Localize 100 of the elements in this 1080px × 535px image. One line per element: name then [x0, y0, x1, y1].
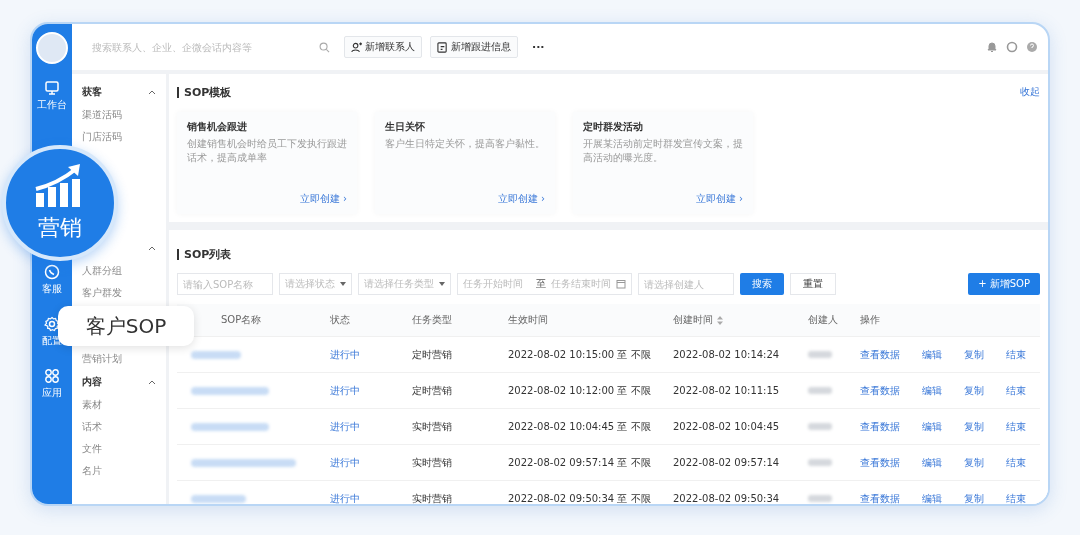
action-link[interactable]: 编辑: [922, 419, 942, 434]
rail-item[interactable]: 客服: [42, 260, 62, 300]
chevron-icon[interactable]: [148, 379, 156, 385]
column-header: SOP名称: [221, 313, 262, 327]
table-cell: 实时营销: [412, 419, 452, 434]
action-link[interactable]: 结束: [1006, 455, 1026, 470]
more-button[interactable]: ···: [526, 39, 551, 55]
table-cell: 2022-08-02 10:14:24: [673, 349, 780, 360]
blurred-name: [191, 350, 241, 359]
action-link[interactable]: 复制: [964, 455, 984, 470]
chevron-icon[interactable]: [148, 245, 156, 251]
column-header: 生效时间: [508, 313, 548, 327]
reset-button[interactable]: 重置: [790, 273, 836, 295]
action-link[interactable]: 编辑: [922, 455, 942, 470]
monitor-icon: [44, 80, 60, 96]
menu-item[interactable]: 话术: [82, 416, 166, 438]
action-link[interactable]: 查看数据: [860, 383, 900, 398]
collapse-link[interactable]: 收起: [1020, 85, 1040, 99]
menu-group-title[interactable]: 内容: [82, 375, 102, 389]
action-link[interactable]: 结束: [1006, 347, 1026, 362]
menu-item[interactable]: 门店活码: [82, 126, 166, 148]
action-link[interactable]: 查看数据: [860, 491, 900, 504]
note-icon: [437, 41, 448, 53]
input-field[interactable]: 请输入SOP名称: [177, 273, 273, 295]
blurred-name: [191, 494, 246, 503]
card-title: 定时群发活动: [583, 120, 644, 134]
table-cell: 2022-08-02 10:04:45 至 不限: [508, 419, 651, 434]
action-link[interactable]: 查看数据: [860, 419, 900, 434]
menu-item[interactable]: 文件: [82, 438, 166, 460]
card-description: 开展某活动前定时群发宣传文案，提高活动的曝光度。: [583, 137, 743, 165]
section-title: SOP模板: [184, 84, 232, 100]
help-icon[interactable]: [1026, 41, 1038, 53]
action-link[interactable]: 查看数据: [860, 455, 900, 470]
action-link[interactable]: 编辑: [922, 347, 942, 362]
action-link[interactable]: 复制: [964, 419, 984, 434]
date-range-field[interactable]: 任务开始时间 至 任务结束时间: [457, 273, 632, 295]
chevron-icon[interactable]: [148, 89, 156, 95]
table-cell: 实时营销: [412, 455, 452, 470]
status-text: 进行中: [330, 455, 360, 470]
status-text: 进行中: [330, 419, 360, 434]
search-icon: [319, 41, 330, 53]
rail-item[interactable]: 工作台: [37, 76, 67, 116]
avatar[interactable]: [36, 32, 68, 64]
column-header: 创建人: [808, 313, 838, 327]
action-link[interactable]: 结束: [1006, 419, 1026, 434]
blurred-name: [808, 351, 832, 358]
search-button[interactable]: 搜索: [740, 273, 784, 295]
action-link[interactable]: 结束: [1006, 491, 1026, 504]
blurred-name: [808, 459, 832, 466]
menu-item[interactable]: 客户群发: [82, 282, 166, 304]
table-cell: 2022-08-02 10:11:15: [673, 385, 780, 396]
action-link[interactable]: 复制: [964, 491, 984, 504]
action-link[interactable]: 编辑: [922, 491, 942, 504]
action-link[interactable]: 查看数据: [860, 347, 900, 362]
toolbar-button[interactable]: 新增联系人: [344, 36, 422, 58]
menu-item[interactable]: 人群分组: [82, 260, 166, 282]
sort-icon[interactable]: [717, 315, 723, 325]
table-cell: 2022-08-02 09:50:34 至 不限: [508, 491, 651, 504]
table-cell: 定时营销: [412, 347, 452, 362]
action-link[interactable]: 复制: [964, 347, 984, 362]
menu-item[interactable]: 渠道活码: [82, 104, 166, 126]
section-title: SOP列表: [184, 246, 232, 262]
rail-item[interactable]: 应用: [42, 364, 62, 404]
create-link[interactable]: 立即创建 ›: [497, 192, 545, 206]
menu-item[interactable]: 名片: [82, 460, 166, 482]
menu-group-title[interactable]: 获客: [82, 85, 102, 99]
menu-item[interactable]: 营销计划: [82, 348, 166, 370]
table-cell: 2022-08-02 10:12:00 至 不限: [508, 383, 651, 398]
create-link[interactable]: 立即创建 ›: [695, 192, 743, 206]
status-text: 进行中: [330, 383, 360, 398]
column-header: 操作: [860, 313, 880, 327]
card-title: 生日关怀: [385, 120, 426, 134]
person-icon: [351, 41, 362, 53]
blurred-name: [808, 387, 832, 394]
toolbar-button[interactable]: 新增跟进信息: [430, 36, 518, 58]
action-link[interactable]: 编辑: [922, 383, 942, 398]
blurred-name: [808, 423, 832, 430]
status-text: 进行中: [330, 491, 360, 504]
card-title: 销售机会跟进: [187, 120, 248, 134]
table-cell: 实时营销: [412, 491, 452, 504]
create-link[interactable]: 立即创建 ›: [299, 192, 347, 206]
circle-icon[interactable]: [1006, 41, 1018, 53]
table-cell: 2022-08-02 10:04:45: [673, 421, 780, 432]
add-sop-button[interactable]: + 新增SOP: [968, 273, 1040, 295]
chat-icon: [44, 264, 60, 280]
apps-icon: [44, 368, 60, 384]
column-header: 任务类型: [412, 313, 452, 327]
action-link[interactable]: 结束: [1006, 383, 1026, 398]
table-cell: 2022-08-02 10:15:00 至 不限: [508, 347, 651, 362]
action-link[interactable]: 复制: [964, 383, 984, 398]
menu-item[interactable]: 素材: [82, 394, 166, 416]
bell-icon[interactable]: [986, 41, 998, 53]
settings-icon: [44, 316, 60, 332]
table-cell: 定时营销: [412, 383, 452, 398]
calendar-icon: [616, 279, 626, 289]
column-header: 状态: [330, 313, 350, 327]
column-header: 创建时间: [673, 313, 713, 327]
table-cell: 2022-08-02 09:57:14: [673, 457, 780, 468]
blurred-name: [808, 495, 832, 502]
card-description: 客户生日特定关怀，提高客户黏性。: [385, 137, 545, 151]
